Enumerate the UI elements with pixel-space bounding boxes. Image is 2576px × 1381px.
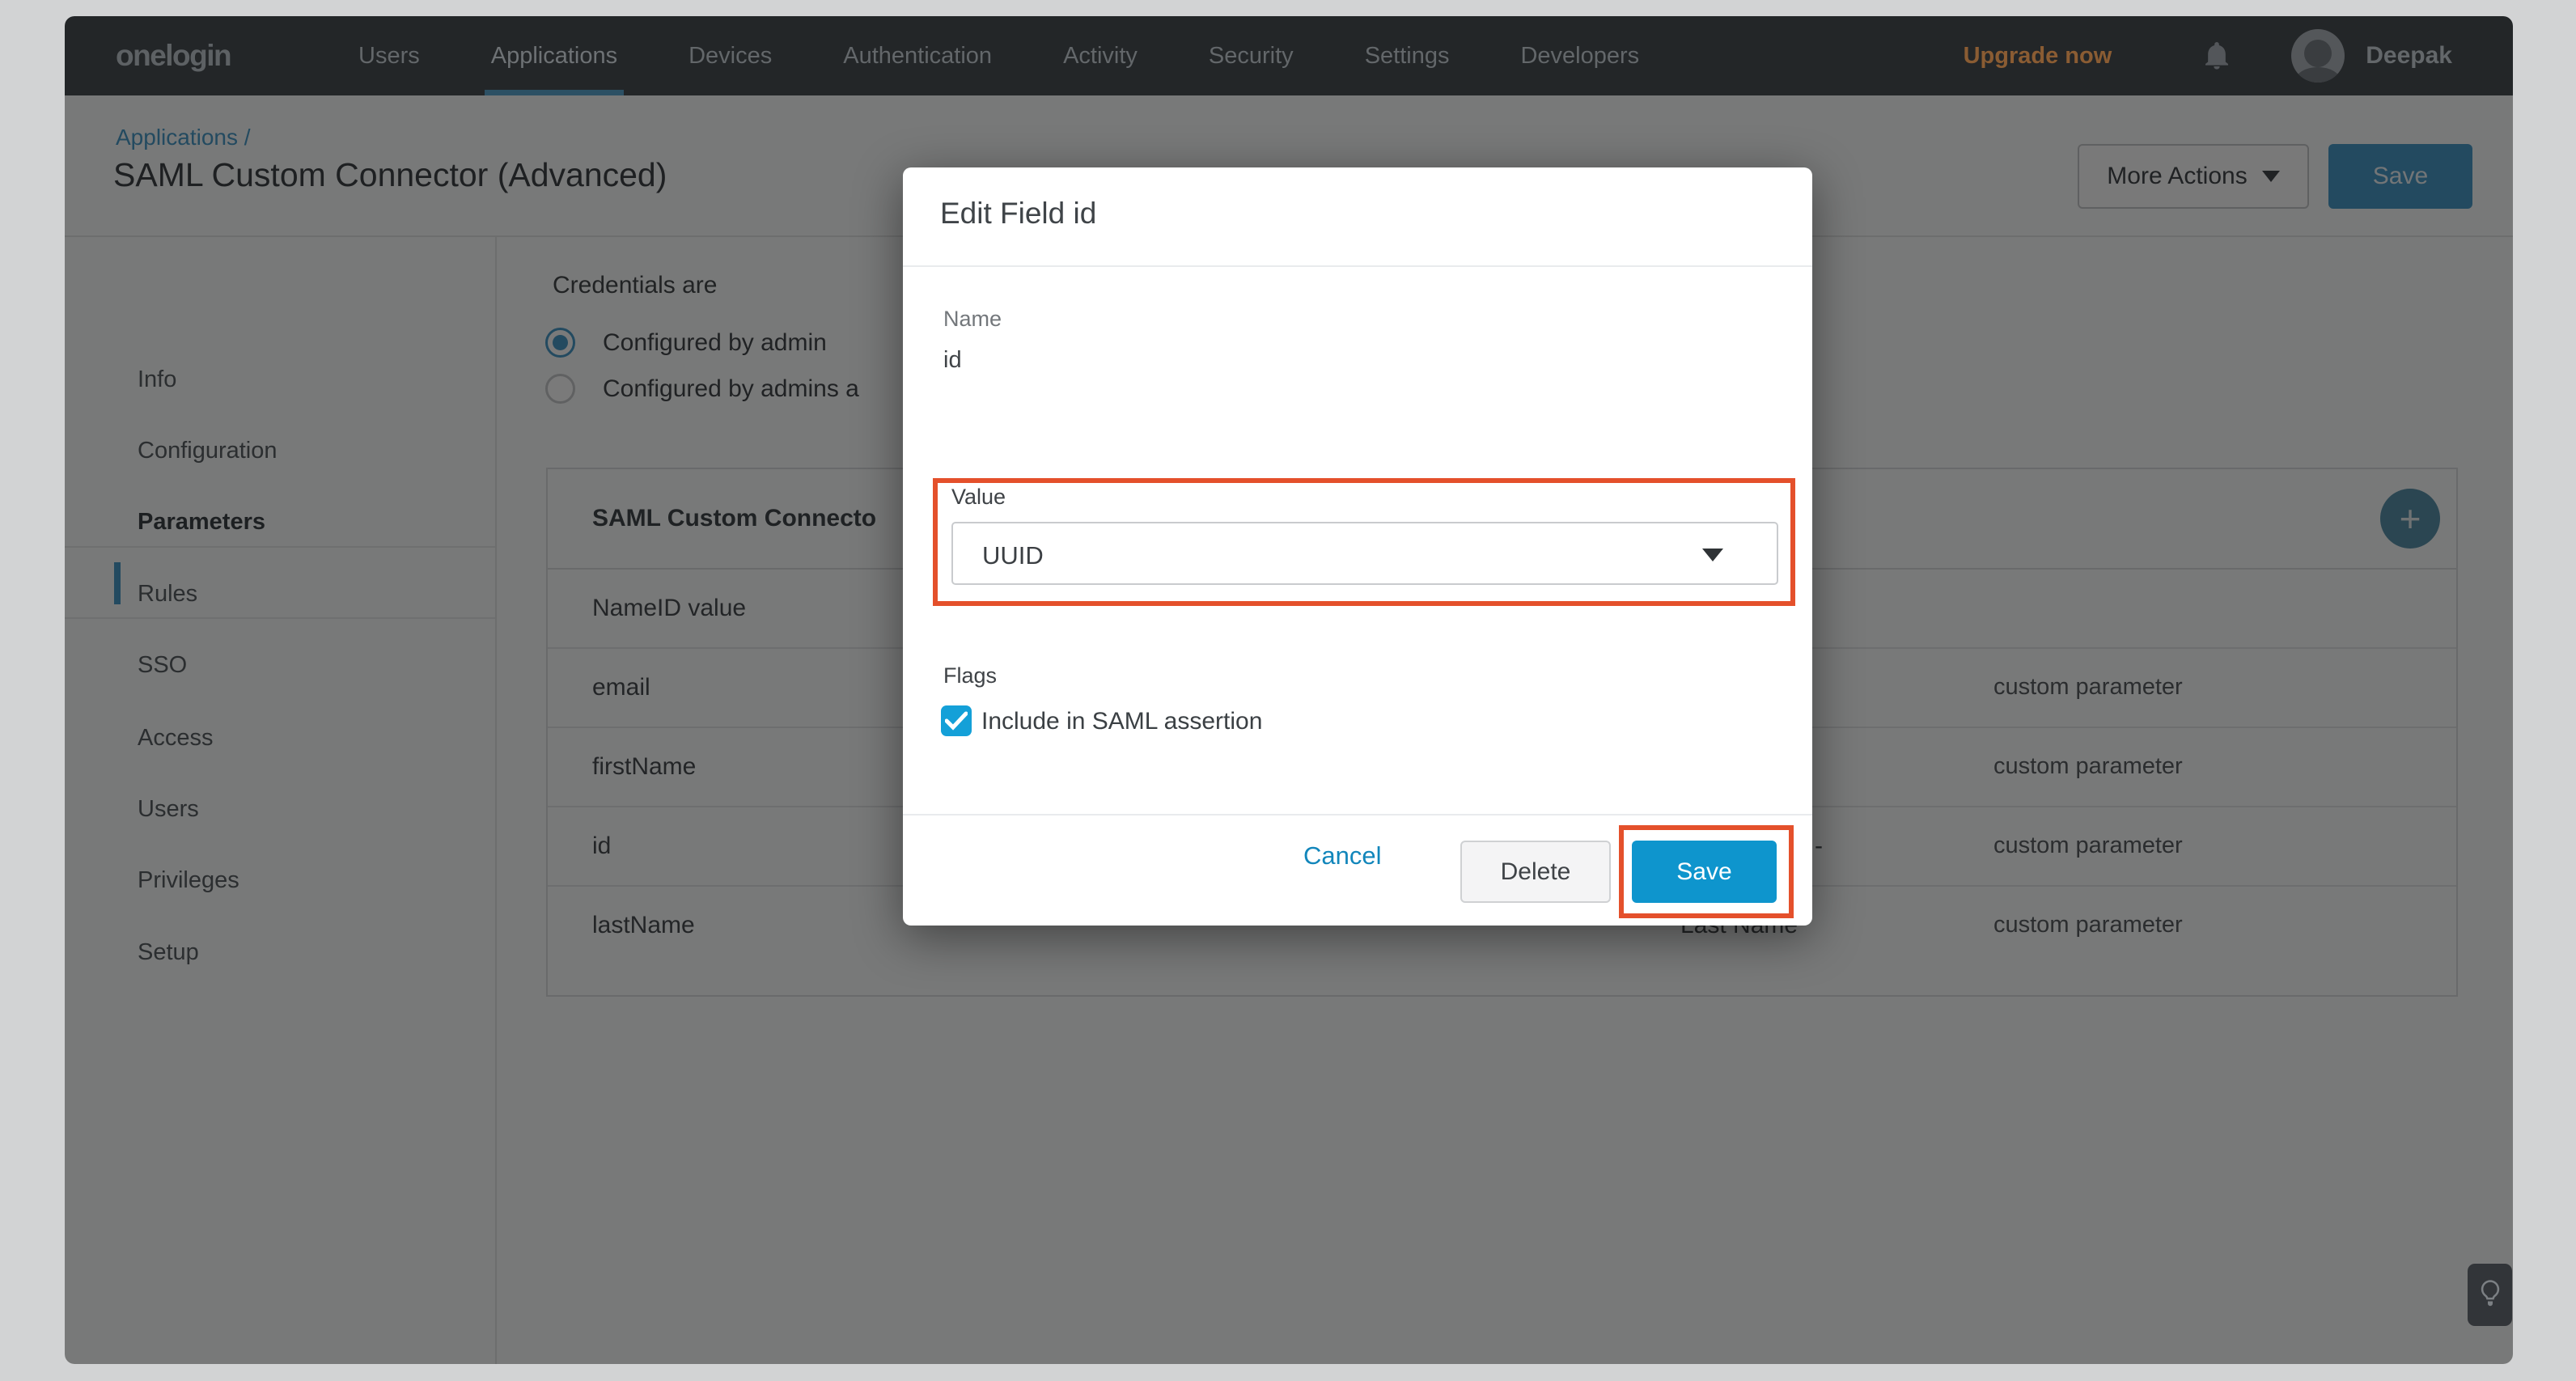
nav-item-settings[interactable]: Settings [1358,16,1456,95]
onelogin-logo[interactable]: onelogin [116,16,231,95]
cancel-button[interactable]: Cancel [1299,841,1387,871]
avatar-shoulders [2295,67,2341,83]
bell-icon[interactable] [2201,38,2233,74]
annotation-box-save [1619,825,1794,918]
annotation-box-value [933,478,1795,606]
name-label: Name [943,307,1002,332]
upgrade-now-link[interactable]: Upgrade now [1964,43,2112,70]
avatar-head [2304,40,2332,67]
checkmark-icon [945,711,968,731]
nav-item-users[interactable]: Users [352,16,426,95]
nav-items: Users Applications Devices Authenticatio… [352,16,1646,95]
nav-item-security[interactable]: Security [1202,16,1300,95]
navbar-right: Upgrade now Deepak [1964,16,2513,95]
include-in-saml-assertion-checkbox[interactable] [941,705,972,736]
modal-header-divider [903,265,1812,267]
modal-title: Edit Field id [940,197,1096,231]
flags-label: Flags [943,663,997,688]
top-navbar: onelogin Users Applications Devices Auth… [65,16,2513,95]
checkbox-label: Include in SAML assertion [981,708,1262,735]
nav-item-applications[interactable]: Applications [485,16,624,95]
user-name: Deepak [2366,42,2452,70]
nav-item-developers[interactable]: Developers [1514,16,1646,95]
delete-button[interactable]: Delete [1460,841,1611,903]
app-window: Applications / SAML Custom Connector (Ad… [65,16,2513,1364]
nav-item-authentication[interactable]: Authentication [837,16,998,95]
avatar[interactable] [2291,29,2345,83]
name-value: id [943,347,962,374]
lightbulb-icon [2478,1279,2502,1311]
hint-lightbulb-button[interactable] [2468,1264,2512,1326]
modal-footer-divider [903,814,1812,815]
nav-item-activity[interactable]: Activity [1057,16,1144,95]
nav-item-devices[interactable]: Devices [682,16,778,95]
